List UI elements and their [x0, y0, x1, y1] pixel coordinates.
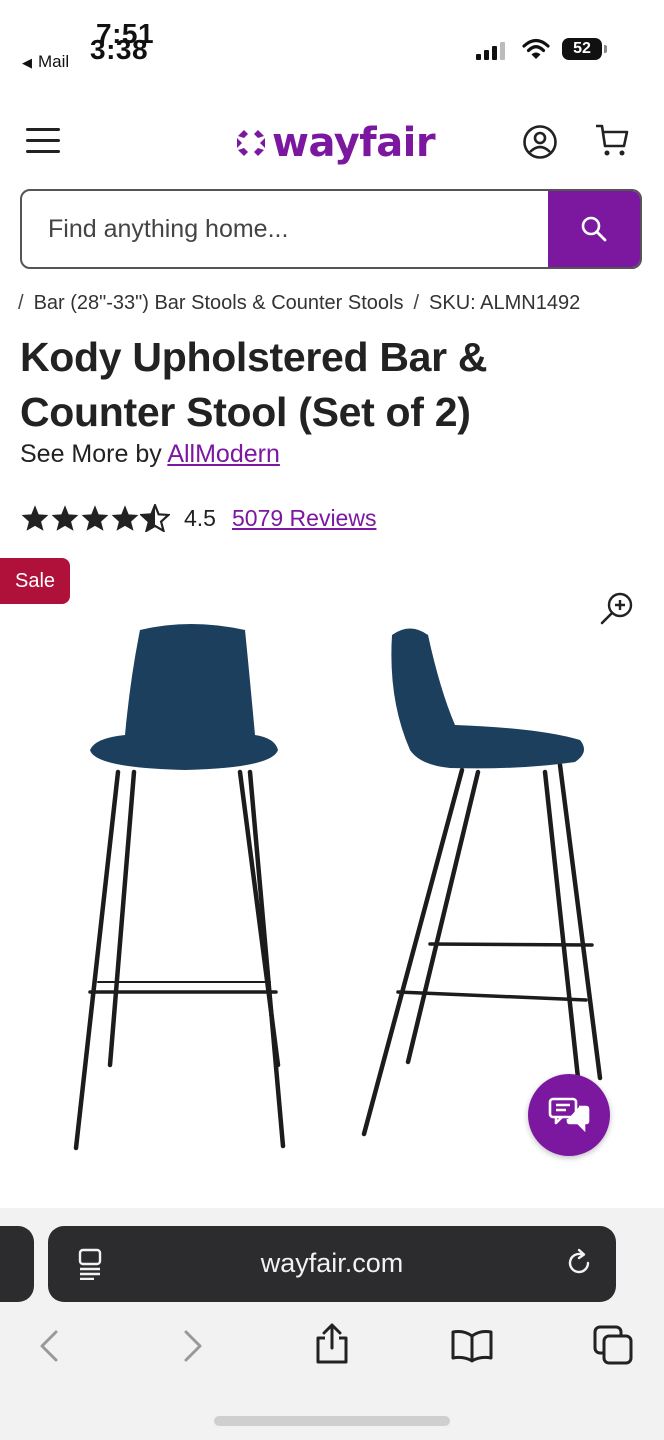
- signal-icon: [476, 42, 505, 60]
- home-indicator: [214, 1416, 450, 1426]
- logo-text: wayfair: [272, 120, 436, 166]
- site-header: wayfair: [0, 110, 664, 170]
- tabs-icon[interactable]: [592, 1324, 634, 1366]
- back-app-label: Mail: [38, 52, 70, 71]
- wayfair-logo-mark-icon: [237, 130, 265, 156]
- account-icon[interactable]: [522, 124, 558, 160]
- status-time-overlay: 3:38: [90, 34, 149, 65]
- share-icon[interactable]: [312, 1322, 352, 1366]
- star-half-icon: [140, 504, 170, 532]
- url-text: wayfair.com: [260, 1248, 404, 1278]
- stool-front: [73, 769, 286, 1151]
- address-bar[interactable]: wayfair.com: [48, 1226, 616, 1302]
- star-full-icon: [51, 505, 79, 531]
- star-full-icon: [21, 505, 49, 531]
- forward-icon[interactable]: [178, 1328, 206, 1364]
- see-more-prefix: See More by: [20, 440, 162, 468]
- menu-icon[interactable]: [26, 128, 60, 154]
- back-triangle-icon: ◀: [22, 55, 32, 70]
- reviews-link[interactable]: 5079 Reviews: [232, 505, 376, 532]
- chat-button[interactable]: [528, 1074, 610, 1156]
- breadcrumb-sku: SKU: ALMN1492: [429, 292, 581, 314]
- previous-tab-peek[interactable]: [0, 1226, 34, 1302]
- cart-icon[interactable]: [594, 122, 630, 158]
- wifi-icon: [522, 38, 550, 59]
- reload-icon[interactable]: [564, 1248, 594, 1278]
- search-input[interactable]: [22, 191, 552, 267]
- bookmarks-icon[interactable]: [450, 1328, 494, 1364]
- rating-row: 4.5 5079 Reviews: [20, 504, 376, 532]
- wayfair-logo[interactable]: wayfair: [234, 118, 436, 168]
- status-bar: 7:51 3:38 ◀ Mail 52: [0, 0, 664, 90]
- star-rating: [20, 504, 170, 532]
- browser-toolbar: [0, 1320, 664, 1380]
- breadcrumb-category[interactable]: Bar (28"-33") Bar Stools & Counter Stool…: [34, 292, 404, 314]
- brand-link[interactable]: AllModern: [167, 440, 280, 468]
- back-to-app[interactable]: ◀ Mail: [22, 52, 69, 72]
- star-full-icon: [81, 505, 109, 531]
- star-full-icon: [111, 505, 139, 531]
- product-title: Kody Upholstered Bar & Counter Stool (Se…: [20, 334, 488, 435]
- search-icon: [581, 216, 607, 242]
- chat-icon: [548, 1097, 590, 1133]
- search-button[interactable]: [548, 191, 640, 267]
- stool-front-seat: [90, 624, 278, 770]
- back-icon[interactable]: [36, 1328, 64, 1364]
- stool-side-seat: [391, 628, 584, 769]
- battery-indicator: 52: [562, 38, 607, 60]
- browser-chrome: wayfair.com: [0, 1208, 664, 1440]
- search-bar: [20, 189, 642, 269]
- see-more-by: See More by AllModern: [20, 440, 280, 469]
- rating-value: 4.5: [184, 504, 216, 531]
- sale-badge: Sale: [0, 558, 70, 604]
- breadcrumb: / Bar (28"-33") Bar Stools & Counter Stoo…: [18, 292, 581, 314]
